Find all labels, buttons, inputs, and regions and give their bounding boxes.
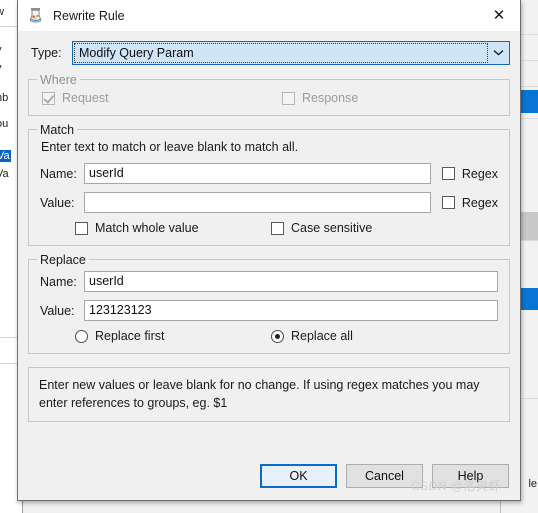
match-value-label: Value: [40, 195, 75, 210]
match-whole-value-checkbox[interactable]: Match whole value [75, 221, 271, 235]
replace-all-radio[interactable]: Replace all [271, 329, 353, 343]
radio-circle [75, 329, 88, 343]
bg-text-fragment: ou [0, 118, 9, 130]
rewrite-rule-dialog: Rewrite Rule ✕ Type: Modify Query Param … [17, 0, 521, 501]
replace-group: Replace Name: userId Value: 123123123 Re… [28, 253, 510, 354]
where-response-checkbox: Response [282, 91, 358, 105]
type-row: Type: Modify Query Param [28, 39, 510, 66]
match-name-input[interactable]: userId [84, 163, 431, 184]
replace-name-label: Name: [40, 274, 77, 289]
dialog-title: Rewrite Rule [53, 8, 125, 23]
type-selected-value: Modify Query Param [79, 45, 194, 60]
match-whole-value-label: Match whole value [95, 221, 199, 235]
charles-jar-icon [27, 7, 44, 24]
match-group: Match Enter text to match or leave blank… [28, 123, 510, 246]
checkbox-box [42, 91, 55, 105]
bg-text-fragment: w [0, 6, 4, 18]
close-icon[interactable]: ✕ [478, 0, 520, 31]
match-options-row: Match whole value Case sensitive [40, 221, 498, 235]
help-button[interactable]: Help [432, 464, 509, 488]
type-combobox-value-area: Modify Query Param [74, 42, 488, 63]
match-value-row: Value: Regex [40, 192, 498, 213]
replace-options-row: Replace first Replace all [40, 329, 498, 343]
checkbox-box [271, 221, 284, 235]
type-combobox[interactable]: Modify Query Param [72, 40, 510, 65]
replace-note: Enter new values or leave blank for no c… [28, 367, 510, 423]
where-legend: Where [37, 73, 80, 87]
match-legend: Match [37, 123, 78, 137]
dialog-button-row: OK Cancel Help [260, 464, 509, 488]
case-sensitive-checkbox[interactable]: Case sensitive [271, 221, 372, 235]
match-name-row: Name: userId Regex [40, 163, 498, 184]
ok-button[interactable]: OK [260, 464, 337, 488]
type-label: Type: [31, 45, 62, 60]
bg-selected-row [521, 90, 538, 113]
match-name-regex-label: Regex [461, 166, 498, 181]
bg-gray-row [521, 212, 538, 240]
replace-first-label: Replace first [95, 329, 165, 343]
replace-name-input[interactable]: userId [84, 271, 498, 292]
bg-text-fragment: y [0, 44, 2, 56]
replace-value-input[interactable]: 123123123 [84, 300, 498, 321]
where-group: Where Request Response [28, 73, 510, 116]
replace-name-row: Name: userId [40, 271, 498, 292]
bg-text-fragment: nb [0, 92, 9, 104]
match-value-input[interactable] [84, 192, 431, 213]
match-value-regex-checkbox[interactable]: Regex [441, 195, 498, 210]
checkbox-box [282, 91, 295, 105]
dialog-body: Type: Modify Query Param Where Request R… [18, 39, 520, 423]
replace-all-label: Replace all [291, 329, 353, 343]
replace-legend: Replace [37, 253, 89, 267]
checkbox-box [441, 196, 455, 209]
match-name-regex-checkbox[interactable]: Regex [441, 166, 498, 181]
checkbox-box [75, 221, 88, 235]
match-value-regex-label: Regex [461, 195, 498, 210]
replace-first-radio[interactable]: Replace first [75, 329, 271, 343]
bg-text-fragment-selected: Va [0, 150, 11, 162]
where-response-label: Response [302, 91, 359, 105]
bg-text-fragment: le [528, 478, 537, 490]
match-name-label: Name: [40, 166, 77, 181]
radio-circle [271, 329, 284, 343]
where-options-row: Request Response [40, 91, 498, 105]
checkbox-box [441, 167, 455, 180]
replace-value-row: Value: 123123123 [40, 300, 498, 321]
match-hint: Enter text to match or leave blank to ma… [41, 140, 299, 154]
case-sensitive-label: Case sensitive [291, 221, 373, 235]
where-request-checkbox: Request [42, 91, 282, 105]
bg-selected-row [521, 288, 538, 310]
bg-text-fragment: Va [0, 168, 9, 180]
where-request-label: Request [62, 91, 109, 105]
cancel-button[interactable]: Cancel [346, 464, 423, 488]
chevron-down-icon[interactable] [488, 42, 509, 64]
dialog-titlebar: Rewrite Rule ✕ [18, 0, 520, 31]
replace-value-label: Value: [40, 303, 75, 318]
bg-text-fragment: y [0, 62, 2, 74]
